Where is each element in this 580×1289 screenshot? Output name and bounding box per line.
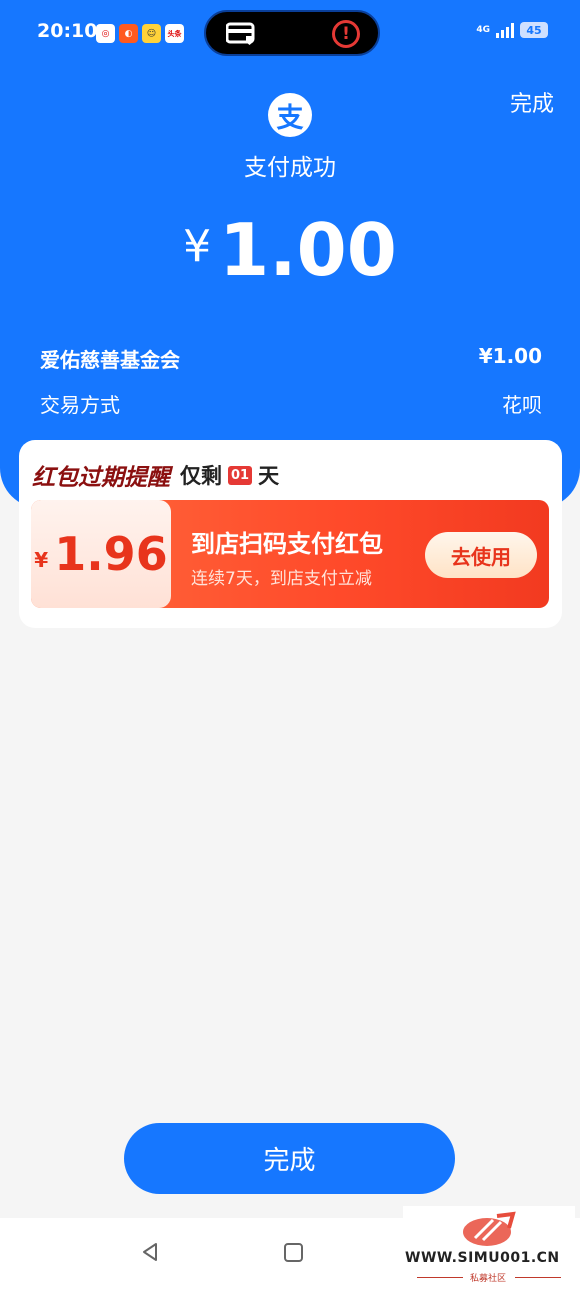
coupon-description: 连续7天，到店支付立减 — [191, 569, 372, 589]
alert-icon: ! — [332, 20, 360, 48]
signal-icon — [496, 22, 514, 38]
use-coupon-button[interactable]: 去使用 — [425, 532, 537, 578]
notification-icons: ◎ ◐ ☺ 头条 — [96, 24, 184, 43]
remaining-days-badge: 01 — [228, 465, 253, 485]
payment-card-icon — [226, 22, 255, 45]
coupon-value: 1.96 — [54, 527, 168, 581]
app-notification-icon: ◎ — [96, 24, 115, 43]
back-triangle-icon[interactable] — [140, 1242, 160, 1262]
payee-row: 爱佑慈善基金会 ¥1.00 — [40, 344, 542, 373]
network-type: 4G — [476, 25, 490, 35]
payment-status: 支付成功 — [244, 155, 336, 181]
payment-method-label: 交易方式 — [40, 393, 120, 417]
top-done-button[interactable]: 完成 — [510, 86, 554, 118]
coupon-title: 到店扫码支付红包 — [191, 530, 383, 558]
payee-name: 爱佑慈善基金会 — [40, 348, 180, 372]
app-notification-icon: ◐ — [119, 24, 138, 43]
status-time: 20:10 — [37, 20, 98, 42]
payment-method-value: 花呗 — [502, 393, 542, 417]
remaining-unit: 天 — [258, 464, 280, 488]
coupon-ticket[interactable]: ¥ 1.96 到店扫码支付红包 连续7天，到店支付立减 去使用 — [31, 500, 549, 608]
payment-amount: ¥1.00 — [0, 208, 580, 292]
done-button[interactable]: 完成 — [124, 1123, 455, 1194]
toutiao-notification-icon: 头条 — [165, 24, 184, 43]
status-bar: 20:10 ◎ ◐ ☺ 头条 ! 4G 45 — [0, 0, 580, 66]
currency-symbol: ¥ — [183, 221, 212, 272]
remaining-prefix: 仅剩 — [180, 464, 222, 488]
battery-icon: 45 — [520, 22, 548, 38]
coupon-currency: ¥ — [34, 548, 49, 572]
watermark-logo-icon — [463, 1211, 516, 1246]
reminder-title: 红包过期提醒 — [32, 465, 170, 491]
payment-method-row: 交易方式 花呗 — [40, 389, 542, 418]
coupon-card: 红包过期提醒 仅剩 01 天 ¥ 1.96 到店扫码支付红包 连续7天，到店支付… — [19, 440, 562, 628]
alipay-logo-icon: 支 — [268, 93, 312, 137]
payee-amount: ¥1.00 — [478, 344, 542, 368]
coupon-value-box: ¥ 1.96 — [31, 500, 171, 608]
watermark: WWW.SIMU001.CN 私募社区 — [403, 1206, 575, 1289]
system-indicators: 4G 45 — [476, 22, 548, 38]
dynamic-island[interactable]: ! — [204, 10, 380, 56]
watermark-url: WWW.SIMU001.CN — [405, 1250, 560, 1266]
app-notification-icon: ☺ — [142, 24, 161, 43]
expiry-reminder: 红包过期提醒 仅剩 01 天 — [32, 458, 279, 492]
home-square-icon[interactable] — [284, 1243, 303, 1262]
watermark-divider — [515, 1277, 561, 1278]
amount-value: 1.00 — [219, 208, 397, 292]
